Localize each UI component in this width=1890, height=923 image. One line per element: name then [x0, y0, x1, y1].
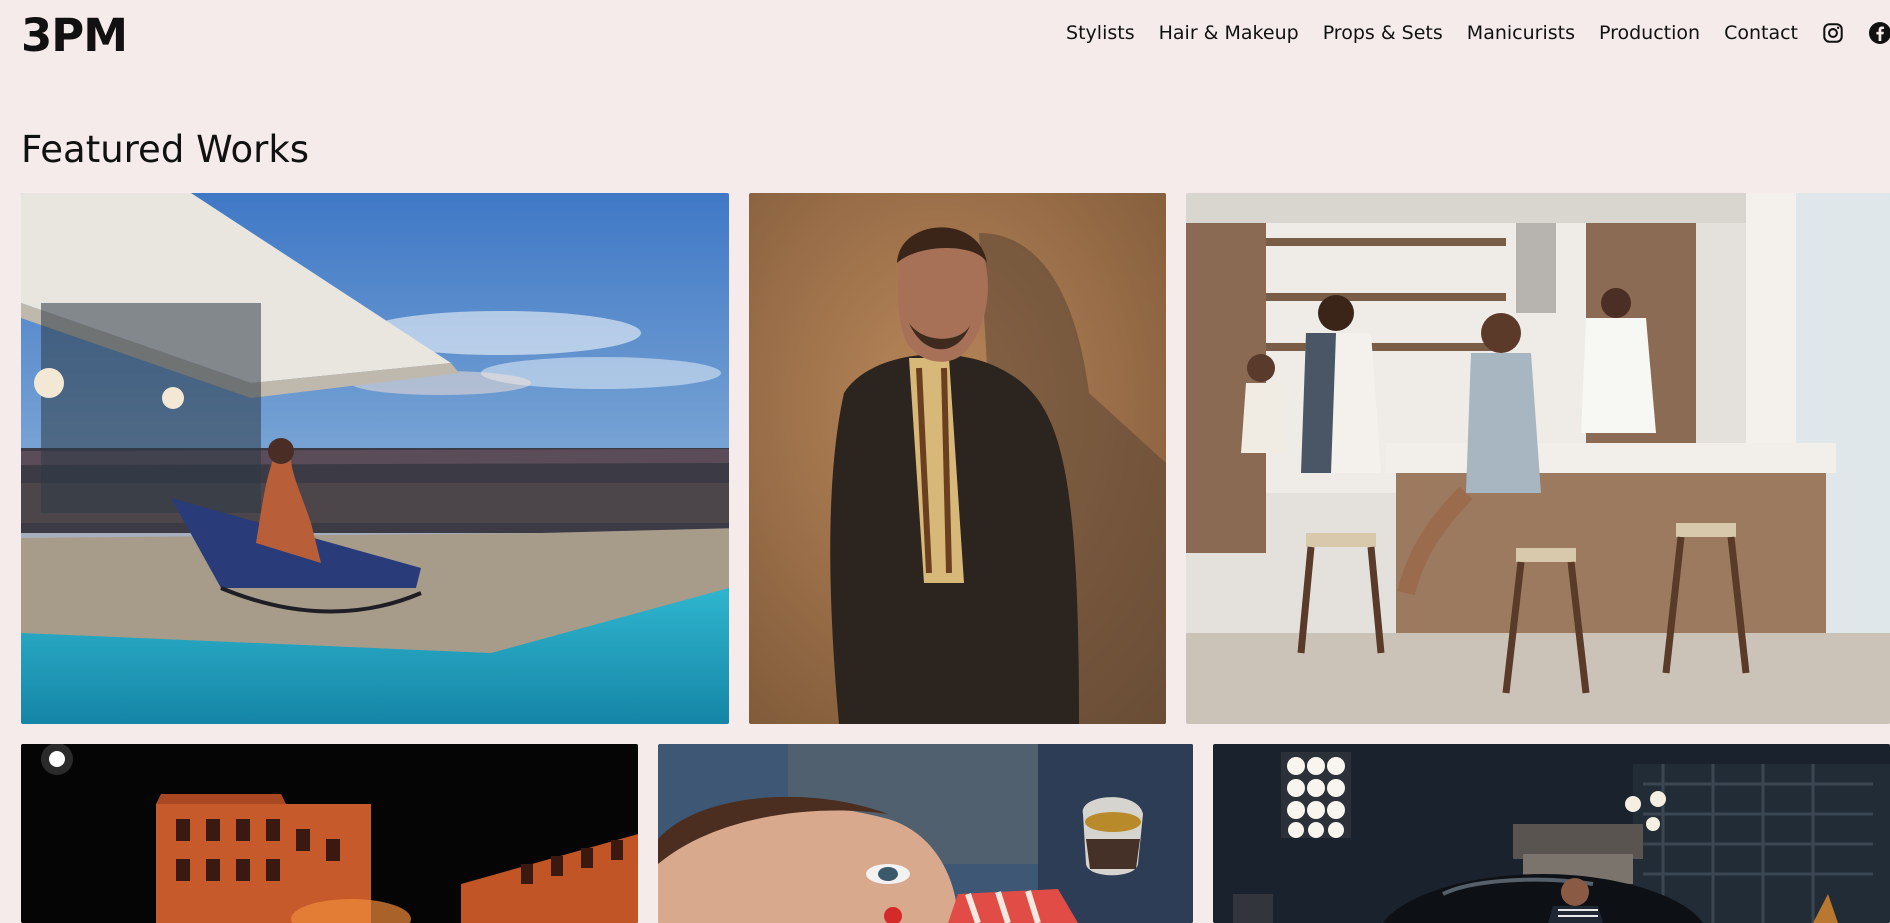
work-image-kitchen	[1186, 193, 1890, 724]
nav-link-production[interactable]: Production	[1599, 20, 1700, 46]
work-image-night-building	[21, 744, 638, 923]
main-nav: Stylists Hair & Makeup Props & Sets Mani…	[1042, 20, 1890, 46]
nav-link-stylists[interactable]: Stylists	[1066, 20, 1135, 46]
nav-link-props-sets[interactable]: Props & Sets	[1323, 20, 1443, 46]
work-image-studio-car	[1213, 744, 1890, 923]
nav-link-manicurists[interactable]: Manicurists	[1467, 20, 1575, 46]
instagram-icon[interactable]	[1822, 22, 1844, 44]
section-title: Featured Works	[21, 128, 310, 171]
work-tile-espresso[interactable]	[658, 744, 1193, 923]
work-tile-studio-car[interactable]	[1213, 744, 1890, 923]
work-image-leather-jacket	[749, 193, 1166, 724]
work-tile-poolside[interactable]	[21, 193, 729, 724]
work-image-espresso	[658, 744, 1193, 923]
work-tile-kitchen[interactable]	[1186, 193, 1890, 724]
work-tile-leather-jacket[interactable]	[749, 193, 1166, 724]
facebook-icon[interactable]	[1868, 21, 1890, 45]
work-image-poolside	[21, 193, 729, 724]
logo[interactable]: 3PM	[21, 11, 128, 61]
nav-link-contact[interactable]: Contact	[1724, 20, 1798, 46]
nav-link-hair-makeup[interactable]: Hair & Makeup	[1159, 20, 1299, 46]
site-header: 3PM Stylists Hair & Makeup Props & Sets …	[0, 0, 1890, 70]
work-tile-night-building[interactable]	[21, 744, 638, 923]
